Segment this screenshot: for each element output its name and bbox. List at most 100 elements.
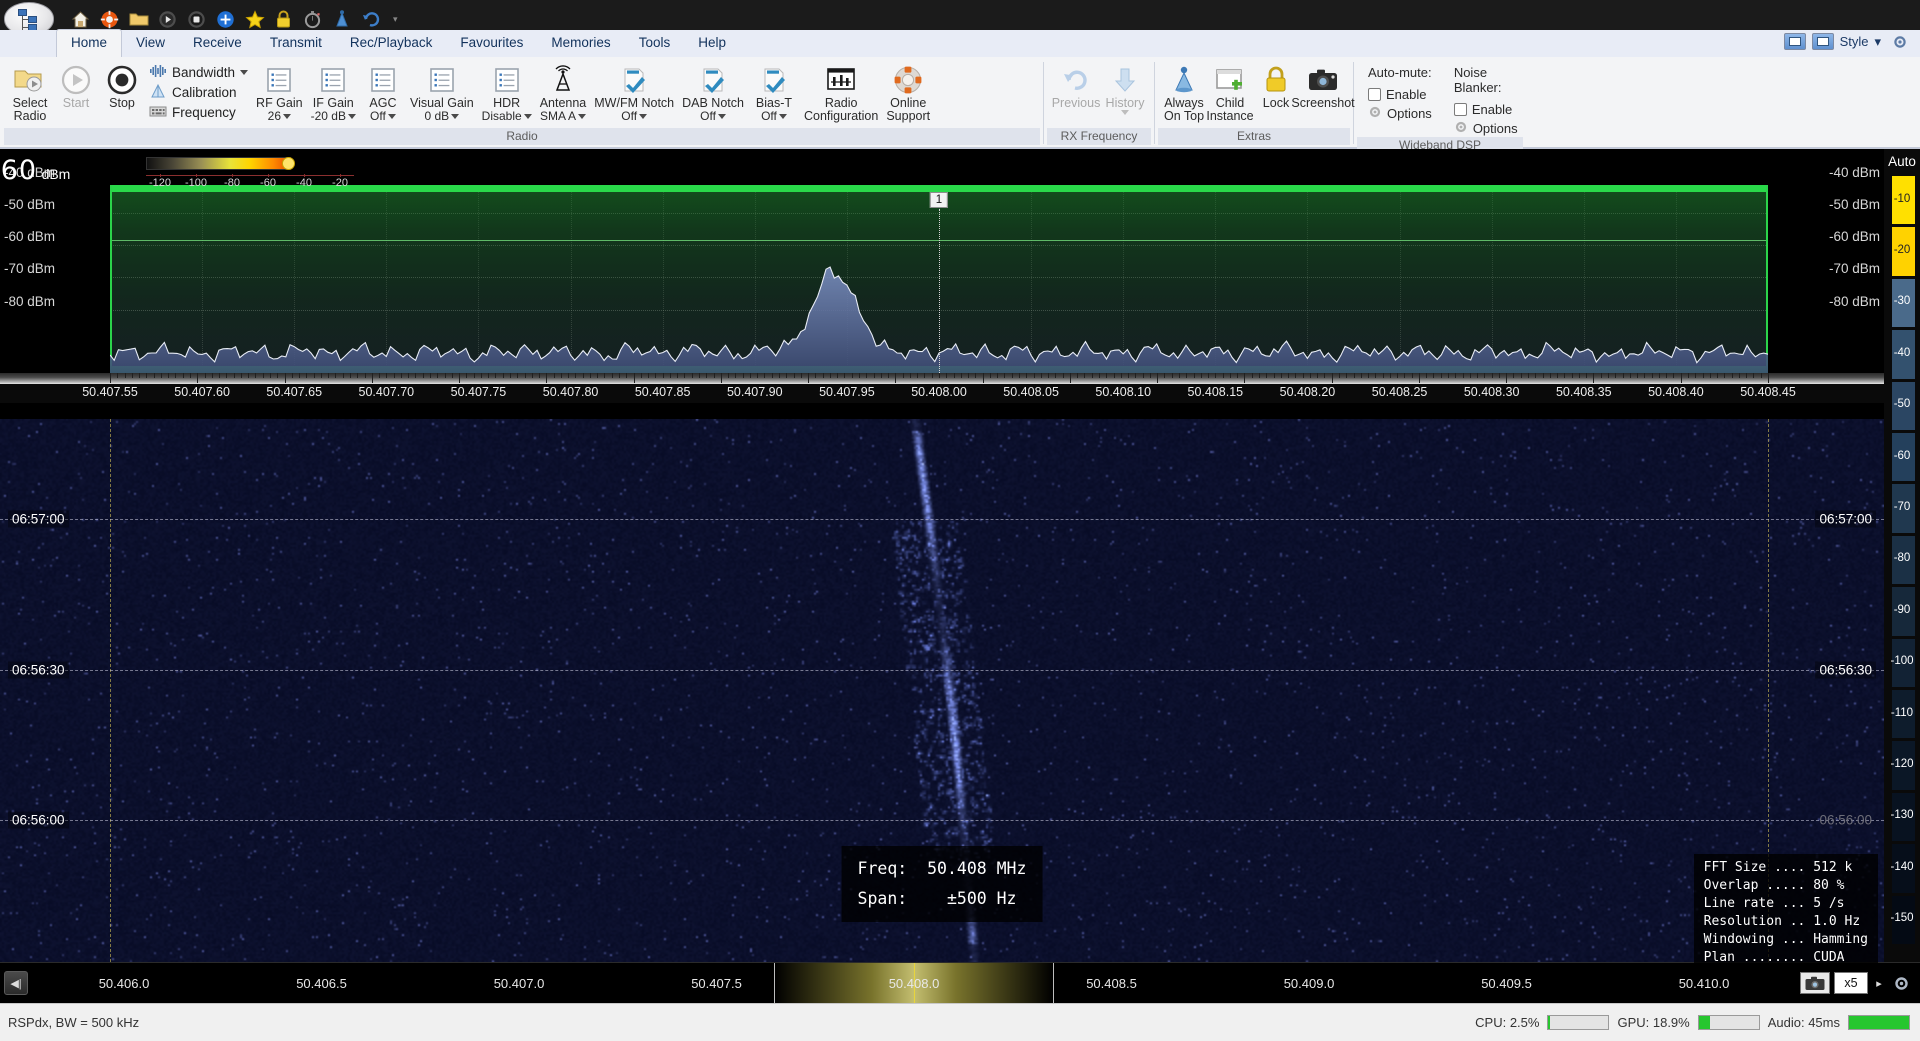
noise-blanker-options-row[interactable]: Options <box>1454 120 1518 137</box>
always-on-top-button[interactable]: Always On Top <box>1161 61 1207 123</box>
color-scale-row[interactable]: -110 <box>1884 687 1920 738</box>
waterfall-color-scale[interactable]: Auto -10 -20 -30 -40 -50 -60 -70 -80 -90 -100 -110… <box>1884 149 1920 982</box>
color-scale-row[interactable]: -50 <box>1884 379 1920 430</box>
gear-icon[interactable] <box>1454 120 1468 137</box>
auto-mute-options-row[interactable]: Options <box>1368 105 1432 122</box>
tab-favourites[interactable]: Favourites <box>446 30 537 57</box>
tab-help[interactable]: Help <box>684 30 740 57</box>
rf-gain-value-row[interactable]: 26 <box>268 110 291 123</box>
colorbar-knob[interactable] <box>282 157 295 170</box>
zoom-caret-icon[interactable]: ▸ <box>1872 972 1886 994</box>
bias-t-value-row[interactable]: Off <box>761 110 787 123</box>
zoom-level-value[interactable]: x5 <box>1834 972 1868 994</box>
visual-gain-caret-down-icon[interactable] <box>451 114 459 119</box>
record-icon[interactable] <box>184 7 209 32</box>
gear-icon[interactable] <box>1890 972 1912 994</box>
mw-fm-notch-value-row[interactable]: Off <box>621 110 647 123</box>
play-icon[interactable] <box>155 7 180 32</box>
antenna-control[interactable]: Antenna SMA A <box>536 61 591 123</box>
color-scale-row[interactable]: -70 <box>1884 481 1920 532</box>
bandwidth-caret-down-icon[interactable] <box>240 70 248 75</box>
rf-gain-control[interactable]: RF Gain 26 <box>252 61 307 123</box>
hdr-caret-down-icon[interactable] <box>524 114 532 119</box>
antenna-value-row[interactable]: SMA A <box>540 110 586 123</box>
tab-tools[interactable]: Tools <box>625 30 685 57</box>
color-scale-row[interactable]: -90 <box>1884 584 1920 635</box>
mw-fm-notch-control[interactable]: MW/FM Notch Off <box>590 61 678 123</box>
if-gain-value-row[interactable]: -20 dB <box>311 110 356 123</box>
style-caret-icon[interactable]: ▾ <box>1874 34 1881 50</box>
tab-transmit[interactable]: Transmit <box>256 30 336 57</box>
rf-gain-caret-down-icon[interactable] <box>283 114 291 119</box>
panorama-strip[interactable]: 50.406.0 50.406.5 50.407.0 50.407.5 50.408.0… <box>34 963 1794 1004</box>
radio-configuration-button[interactable]: Radio Configuration <box>800 61 882 123</box>
color-scale-row[interactable]: -20 <box>1884 224 1920 275</box>
frequency-ruler[interactable]: 50.407.55 50.407.60 50.407.65 50.407.70 50.4… <box>0 373 1920 403</box>
start-button[interactable]: Start <box>53 61 99 110</box>
color-scale-row[interactable]: -120 <box>1884 738 1920 789</box>
color-scale-row[interactable]: -100 <box>1884 636 1920 687</box>
tab-receive[interactable]: Receive <box>179 30 256 57</box>
bandwidth-item[interactable]: Bandwidth <box>149 64 248 81</box>
history-caret-row[interactable] <box>1121 110 1129 115</box>
panorama-bar[interactable]: ◀| 50.406.0 50.406.5 50.407.0 50.407.5 50.40… <box>0 962 1920 1003</box>
color-scale-row[interactable]: -60 <box>1884 430 1920 481</box>
agc-value-row[interactable]: Off <box>370 110 396 123</box>
color-scale-row[interactable]: -140 <box>1884 841 1920 892</box>
visual-gain-value-row[interactable]: 0 dB <box>424 110 459 123</box>
hdr-control[interactable]: HDR Disable <box>478 61 536 123</box>
stopwatch-icon[interactable] <box>300 7 325 32</box>
color-scale-row[interactable]: -30 <box>1884 276 1920 327</box>
colorbar-gradient[interactable] <box>146 157 291 170</box>
tab-rec-playback[interactable]: Rec/Playback <box>336 30 447 57</box>
bias-t-caret-down-icon[interactable] <box>779 114 787 119</box>
home-icon[interactable] <box>68 7 93 32</box>
tab-memories[interactable]: Memories <box>537 30 624 57</box>
online-support-button[interactable]: Online Support <box>882 61 934 123</box>
noise-blanker-enable-checkbox[interactable] <box>1454 103 1467 116</box>
frequency-item[interactable]: Frequency <box>149 104 248 121</box>
if-gain-caret-down-icon[interactable] <box>348 114 356 119</box>
layout-button-2[interactable] <box>1812 33 1834 50</box>
gear-icon[interactable] <box>1368 105 1382 122</box>
quick-access-overflow[interactable]: ▾ <box>393 14 398 25</box>
if-gain-control[interactable]: IF Gain -20 dB <box>307 61 360 123</box>
color-scale-row[interactable]: -80 <box>1884 533 1920 584</box>
hdr-value-row[interactable]: Disable <box>482 110 532 123</box>
previous-button[interactable]: Previous <box>1050 61 1102 110</box>
rewind-icon[interactable]: ◀| <box>4 971 28 995</box>
folder-icon[interactable] <box>126 7 151 32</box>
dab-notch-caret-down-icon[interactable] <box>718 114 726 119</box>
child-instance-button[interactable]: Child Instance <box>1207 61 1253 123</box>
auto-mute-enable-checkbox[interactable] <box>1368 88 1381 101</box>
antenna-icon[interactable] <box>329 7 354 32</box>
agc-control[interactable]: AGC Off <box>360 61 406 123</box>
layout-button-1[interactable] <box>1784 33 1806 50</box>
history-caret-down-icon[interactable] <box>1121 110 1129 115</box>
color-scale-row[interactable]: -150 <box>1884 893 1920 944</box>
gear-icon[interactable] <box>1887 29 1912 54</box>
color-scale-row[interactable]: -40 <box>1884 327 1920 378</box>
marker-flag-1[interactable]: 1 <box>930 192 948 208</box>
lock-icon[interactable] <box>271 7 296 32</box>
lifebuoy-icon[interactable] <box>97 7 122 32</box>
mw-fm-notch-caret-down-icon[interactable] <box>639 114 647 119</box>
calibration-item[interactable]: Calibration <box>149 84 248 101</box>
color-scale-row[interactable]: -10 <box>1884 173 1920 224</box>
select-radio-button[interactable]: Select Radio <box>7 61 53 123</box>
tab-home[interactable]: Home <box>56 29 122 58</box>
style-label[interactable]: Style <box>1840 34 1869 49</box>
stop-button[interactable]: Stop <box>99 61 145 110</box>
color-scale-row[interactable]: -130 <box>1884 790 1920 841</box>
camera-icon[interactable] <box>1800 972 1830 994</box>
noise-blanker-enable-row[interactable]: Enable <box>1454 102 1518 117</box>
waterfall-panel[interactable]: 06:57:00 06:56:30 06:56:00 06:57:00 06:5… <box>0 419 1884 982</box>
dab-notch-value-row[interactable]: Off <box>700 110 726 123</box>
auto-scale-label[interactable]: Auto <box>1888 149 1916 173</box>
star-icon[interactable] <box>242 7 267 32</box>
dab-notch-control[interactable]: DAB Notch Off <box>678 61 748 123</box>
agc-caret-down-icon[interactable] <box>388 114 396 119</box>
antenna-caret-down-icon[interactable] <box>578 114 586 119</box>
tab-view[interactable]: View <box>122 30 179 57</box>
undo-icon[interactable] <box>358 7 383 32</box>
